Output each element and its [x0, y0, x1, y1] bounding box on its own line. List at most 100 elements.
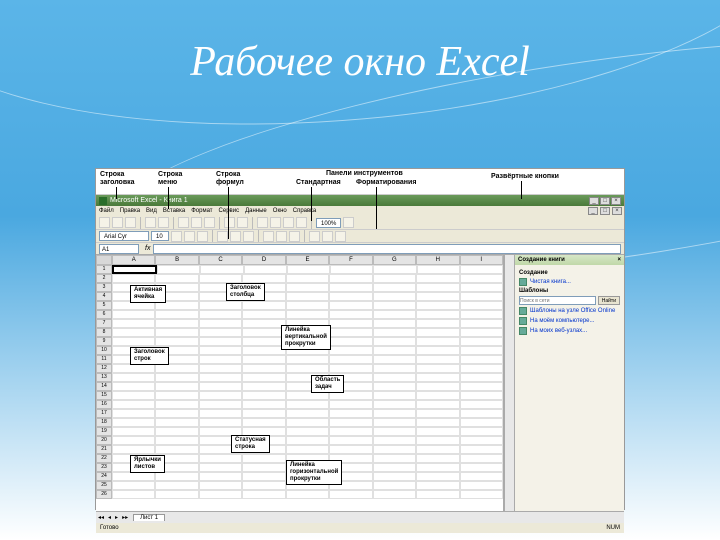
cell[interactable]	[199, 319, 242, 328]
cell[interactable]	[155, 391, 198, 400]
taskpane-close-icon[interactable]: ×	[617, 257, 621, 263]
cell[interactable]	[199, 310, 242, 319]
cell[interactable]	[112, 265, 157, 274]
row-header[interactable]: 11	[96, 355, 112, 364]
maximize-button[interactable]: □	[600, 197, 610, 205]
cell[interactable]	[416, 328, 459, 337]
mdi-minimize[interactable]: _	[588, 207, 598, 215]
preview-icon[interactable]	[158, 217, 169, 228]
cell[interactable]	[373, 265, 416, 274]
cell[interactable]	[460, 463, 503, 472]
fill-color-icon[interactable]	[322, 231, 333, 242]
row-header[interactable]: 22	[96, 454, 112, 463]
cell[interactable]	[416, 391, 459, 400]
cell[interactable]	[416, 319, 459, 328]
cell[interactable]	[460, 364, 503, 373]
cell[interactable]	[155, 472, 198, 481]
column-header[interactable]: D	[242, 255, 285, 265]
cell[interactable]	[242, 400, 285, 409]
cell[interactable]	[155, 436, 198, 445]
cell[interactable]	[416, 454, 459, 463]
cell[interactable]	[112, 364, 155, 373]
vertical-scrollbar[interactable]	[504, 255, 514, 511]
cell[interactable]	[460, 310, 503, 319]
column-header[interactable]: I	[460, 255, 503, 265]
minimize-button[interactable]: _	[589, 197, 599, 205]
cell[interactable]	[329, 274, 372, 283]
row-header[interactable]: 2	[96, 274, 112, 283]
cell[interactable]	[329, 409, 372, 418]
font-size-box[interactable]: 10	[151, 231, 169, 241]
cell[interactable]	[242, 319, 285, 328]
help-icon[interactable]	[343, 217, 354, 228]
cell[interactable]	[373, 310, 416, 319]
cell[interactable]	[460, 400, 503, 409]
tab-nav-last-icon[interactable]: ▸▸	[120, 514, 130, 521]
column-header[interactable]: C	[199, 255, 242, 265]
cell[interactable]	[373, 436, 416, 445]
bold-icon[interactable]	[171, 231, 182, 242]
cell[interactable]	[373, 454, 416, 463]
cell[interactable]	[286, 364, 329, 373]
cell[interactable]	[329, 292, 372, 301]
cell[interactable]	[329, 319, 372, 328]
cell[interactable]	[286, 400, 329, 409]
cell[interactable]	[416, 292, 459, 301]
cell[interactable]	[416, 310, 459, 319]
cell[interactable]	[373, 409, 416, 418]
cell[interactable]	[155, 319, 198, 328]
cell[interactable]	[329, 310, 372, 319]
sort-desc-icon[interactable]	[283, 217, 294, 228]
cell[interactable]	[373, 364, 416, 373]
cell[interactable]	[112, 382, 155, 391]
cell[interactable]	[373, 355, 416, 364]
cell[interactable]	[373, 301, 416, 310]
row-header[interactable]: 1	[96, 265, 112, 274]
cell[interactable]	[416, 418, 459, 427]
cell[interactable]	[242, 418, 285, 427]
comma-icon[interactable]	[289, 231, 300, 242]
row-header[interactable]: 17	[96, 409, 112, 418]
cell[interactable]	[155, 373, 198, 382]
menu-окно[interactable]: Окно	[273, 208, 287, 214]
cell[interactable]	[373, 427, 416, 436]
cell[interactable]	[199, 382, 242, 391]
menu-данные[interactable]: Данные	[245, 208, 267, 214]
cell[interactable]	[199, 355, 242, 364]
cell[interactable]	[155, 337, 198, 346]
cell[interactable]	[329, 490, 372, 499]
cell[interactable]	[460, 337, 503, 346]
cell[interactable]	[242, 481, 285, 490]
cell[interactable]	[460, 319, 503, 328]
cell[interactable]	[460, 481, 503, 490]
fx-icon[interactable]: fx	[142, 245, 153, 252]
row-header[interactable]: 20	[96, 436, 112, 445]
cell[interactable]	[373, 319, 416, 328]
row-header[interactable]: 12	[96, 364, 112, 373]
tab-nav-prev-icon[interactable]: ◂	[106, 514, 113, 521]
cell[interactable]	[416, 490, 459, 499]
print-icon[interactable]	[145, 217, 156, 228]
cell[interactable]	[242, 364, 285, 373]
row-header[interactable]: 26	[96, 490, 112, 499]
cell[interactable]	[460, 436, 503, 445]
cell[interactable]	[112, 319, 155, 328]
row-header[interactable]: 3	[96, 283, 112, 292]
cell[interactable]	[286, 355, 329, 364]
cell[interactable]	[460, 373, 503, 382]
cell[interactable]	[329, 337, 372, 346]
cell[interactable]	[416, 400, 459, 409]
taskpane-new-blank[interactable]: Чистая книга...	[519, 278, 620, 286]
cell[interactable]	[416, 463, 459, 472]
cell[interactable]	[155, 400, 198, 409]
align-left-icon[interactable]	[217, 231, 228, 242]
cell[interactable]	[373, 463, 416, 472]
cell[interactable]	[155, 328, 198, 337]
cell[interactable]	[416, 373, 459, 382]
cell[interactable]	[373, 274, 416, 283]
cell[interactable]	[112, 274, 155, 283]
cell[interactable]	[329, 400, 372, 409]
tab-nav-first-icon[interactable]: ◂◂	[96, 514, 106, 521]
row-header[interactable]: 14	[96, 382, 112, 391]
cell[interactable]	[286, 490, 329, 499]
